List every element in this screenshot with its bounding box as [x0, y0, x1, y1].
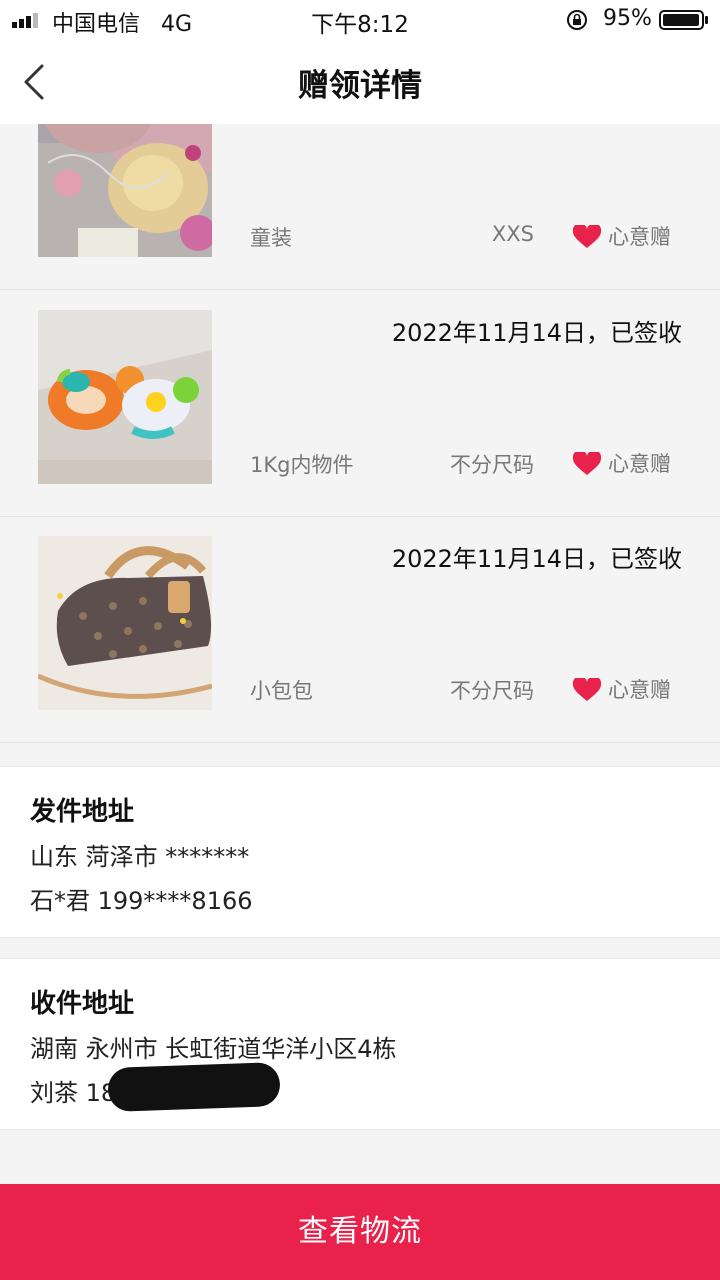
nav-bar: 赠领详情 — [0, 40, 720, 124]
view-logistics-button[interactable]: 查看物流 — [0, 1184, 720, 1280]
item-size: 不分尺码 — [450, 453, 534, 477]
gift-item[interactable]: 童装 XXS 心意赠 — [0, 124, 720, 290]
heart-icon — [572, 225, 602, 248]
item-size: XXS — [491, 222, 534, 246]
redaction-mark — [107, 1062, 281, 1112]
item-photo-toys — [38, 310, 212, 484]
sender-heading: 发件地址 — [30, 797, 135, 827]
gift-type-label: 心意赠 — [608, 678, 671, 702]
item-size: 不分尺码 — [450, 679, 534, 703]
item-photo-clothes — [38, 124, 212, 257]
battery-percent: 95% — [603, 6, 652, 31]
item-name: 1Kg内物件 — [250, 453, 354, 477]
sender-contact: 石*君 199****8166 — [30, 887, 253, 915]
item-date: 2022年11月14日，已签收 — [391, 319, 682, 347]
receiver-contact: 刘茶 18 — [30, 1079, 117, 1107]
heart-icon — [572, 452, 602, 475]
item-name: 小包包 — [250, 679, 313, 703]
sender-address: 山东 菏泽市 ******* — [30, 843, 250, 871]
gift-type-label: 心意赠 — [608, 225, 671, 249]
rotation-lock-icon — [567, 10, 587, 30]
sender-address-card: 发件地址 山东 菏泽市 ******* 石*君 199****8166 — [0, 766, 720, 938]
battery-icon — [659, 10, 708, 30]
item-date: 2022年11月14日，已签收 — [391, 545, 682, 573]
status-bar: 中国电信 4G 下午8:12 95% — [0, 0, 720, 40]
receiver-address: 湖南 永州市 长虹街道华洋小区4栋 — [30, 1035, 397, 1063]
receiver-heading: 收件地址 — [30, 989, 135, 1019]
gift-item[interactable]: 2022年11月14日，已签收 小包包 不分尺码 心意赠 — [0, 517, 720, 743]
heart-icon — [572, 678, 602, 701]
gift-item[interactable]: 2022年11月14日，已签收 1Kg内物件 不分尺码 心意赠 — [0, 291, 720, 517]
page-title: 赠领详情 — [298, 68, 422, 104]
receiver-address-card: 收件地址 湖南 永州市 长虹街道华洋小区4栋 刘茶 18 — [0, 958, 720, 1130]
item-photo-handbag — [38, 536, 212, 710]
gift-type-label: 心意赠 — [608, 452, 671, 476]
gift-list: 童装 XXS 心意赠 2022年11月14日，已签收 1Kg内物件 不分尺码 心… — [0, 124, 720, 766]
item-name: 童装 — [250, 226, 292, 250]
